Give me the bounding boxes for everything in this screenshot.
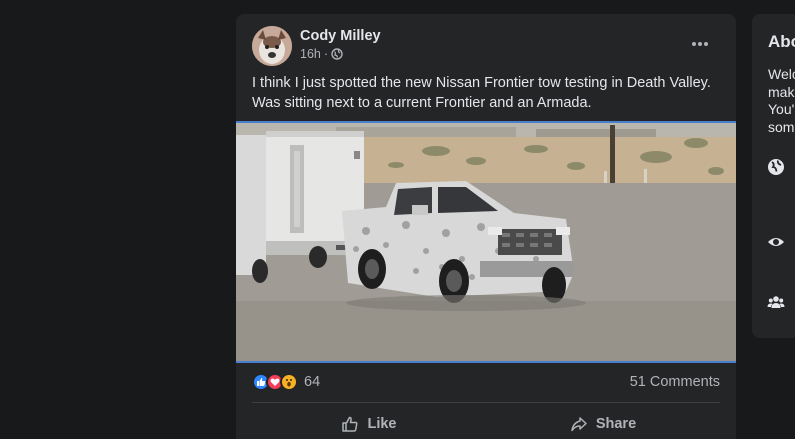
globe-icon[interactable] — [331, 48, 343, 60]
more-options-button[interactable] — [688, 32, 712, 56]
about-card: Abo Welc mak You' som — [752, 14, 795, 338]
comment-count-link[interactable]: 51 Comments — [630, 374, 720, 390]
meta-separator: · — [323, 47, 329, 61]
author-avatar[interactable] — [252, 26, 292, 66]
about-description: Welc mak You' som — [768, 66, 795, 136]
globe-icon — [768, 159, 784, 175]
people-icon — [767, 296, 785, 308]
post-time[interactable]: 16h — [300, 47, 321, 61]
share-arrow-icon — [571, 417, 587, 432]
action-divider — [252, 402, 720, 403]
post-actions: Like Share — [252, 408, 720, 439]
about-description-line: Welc — [768, 66, 795, 82]
reaction-summary[interactable]: 64 — [252, 372, 320, 392]
reaction-count: 64 — [304, 374, 321, 390]
share-button[interactable]: Share — [486, 408, 720, 439]
eye-icon — [768, 238, 784, 246]
more-dot-icon — [704, 42, 709, 46]
more-dot-icon — [698, 42, 702, 46]
thumbs-up-icon — [342, 416, 358, 432]
post-meta: 16h · — [300, 47, 343, 61]
feed-post: Cody Milley 16h · I think I just spotted… — [236, 14, 736, 439]
like-label: Like — [367, 416, 397, 432]
share-label: Share — [595, 416, 637, 432]
post-photo[interactable] — [236, 121, 736, 363]
about-description-line: som — [768, 118, 795, 135]
wow-icon — [280, 373, 298, 391]
more-dot-icon — [691, 42, 696, 46]
about-description-line: mak — [768, 83, 795, 100]
about-description-line: You' — [768, 101, 795, 117]
post-text: I think I just spotted the new Nissan Fr… — [252, 75, 711, 111]
post-header: Cody Milley 16h · — [252, 26, 720, 66]
author-name[interactable]: Cody Milley — [300, 28, 381, 44]
about-title: Abo — [768, 32, 795, 51]
like-button[interactable]: Like — [252, 408, 486, 439]
